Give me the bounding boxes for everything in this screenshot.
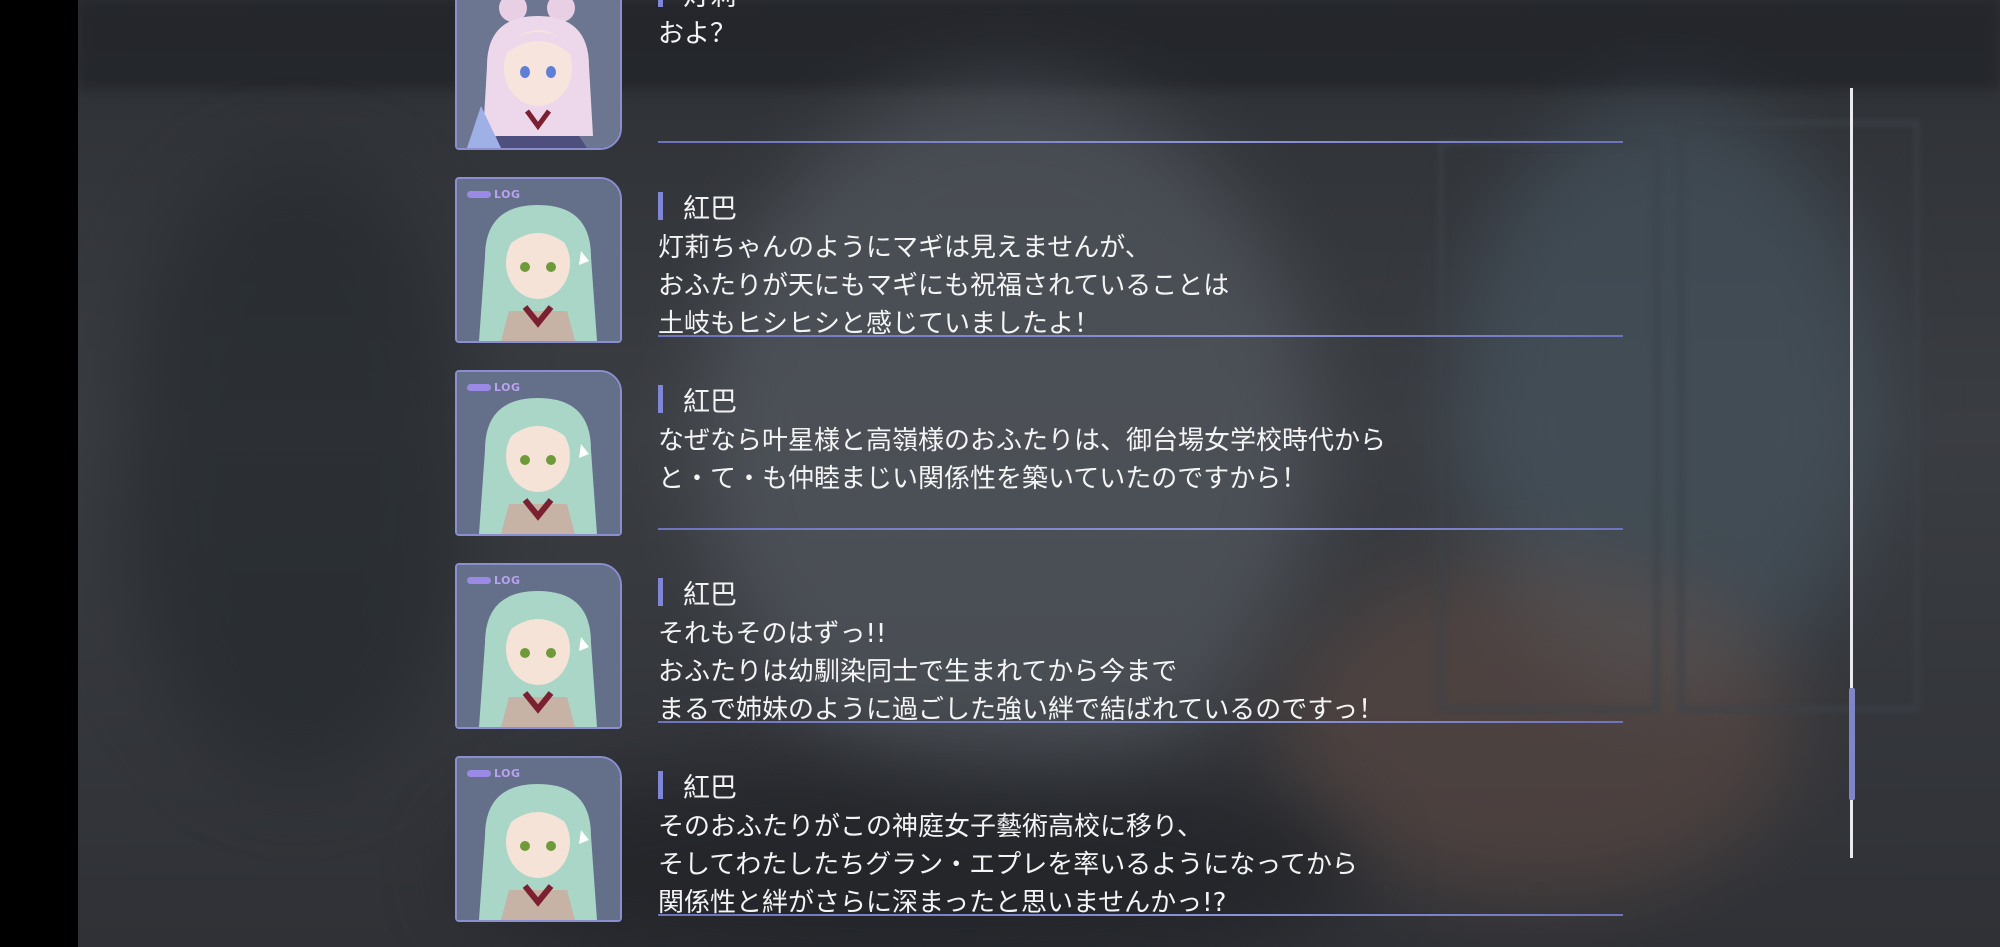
speaker-label: 灯莉 [658, 0, 737, 13]
speaker-name: 紅巴 [683, 772, 737, 804]
green-haired-girl-portrait [457, 372, 620, 534]
speaker-label: 紅巴 [658, 768, 737, 804]
dialogue-line: 灯莉ちゃんのようにマギは見えませんが、 [658, 233, 1151, 263]
green-haired-girl-portrait [457, 179, 620, 341]
speaker-accent-bar [658, 0, 663, 7]
speaker-accent-bar [658, 385, 663, 413]
character-portrait[interactable]: LOG [455, 370, 622, 536]
dialogue-line: 土岐もヒシヒシと感じていましたよ！ [658, 309, 1101, 339]
speaker-accent-bar [658, 192, 663, 220]
dialogue-line: そしてわたしたちグラン・エプレを率いるようになってから [658, 850, 1358, 880]
entry-divider [658, 528, 1623, 530]
speaker-accent-bar [658, 771, 663, 799]
dialogue-line: なぜなら叶星様と高嶺様のおふたりは、御台場女学校時代から [658, 426, 1387, 456]
dialogue-line: そのおふたりがこの神庭女子藝術高校に移り、 [658, 812, 1203, 842]
dialogue-line: まるで姉妹のように過ごした強い絆で結ばれているのですっ！ [658, 695, 1385, 725]
speaker-name: 紅巴 [683, 579, 737, 611]
dialogue-line: それもそのはずっ!! [658, 619, 887, 649]
dialogue-log-panel[interactable]: 灯莉 およ？ LOG 紅巴 [0, 0, 2000, 947]
speaker-label: 紅巴 [658, 189, 737, 225]
log-entry[interactable]: 灯莉 およ？ [455, 0, 1625, 150]
dialogue-text: それもそのはずっ!! おふたりは幼馴染同士で生まれてから今まで まるで姉妹のよう… [658, 615, 1608, 729]
dialogue-text: そのおふたりがこの神庭女子藝術高校に移り、 そしてわたしたちグラン・エプレを率い… [658, 808, 1608, 922]
log-badge: LOG [467, 573, 521, 587]
log-badge: LOG [467, 187, 521, 201]
dialogue-line: 関係性と絆がさらに深まったと思いませんかっ!? [658, 888, 1227, 918]
speaker-name: 紅巴 [683, 193, 737, 225]
dialogue-text: なぜなら叶星様と高嶺様のおふたりは、御台場女学校時代から と・て・も仲睦まじい関… [658, 422, 1608, 498]
log-entry[interactable]: LOG 紅巴 それもそのはずっ!! おふたりは幼馴染同士で生まれてから今まで ま… [455, 563, 1625, 729]
entry-divider [658, 721, 1623, 723]
dialogue-line: おふたりが天にもマギにも祝福されていることは [658, 271, 1230, 301]
dialogue-line: おふたりは幼馴染同士で生まれてから今まで [658, 657, 1178, 687]
character-portrait[interactable]: LOG [455, 177, 622, 343]
dialogue-text: およ？ [658, 15, 1608, 53]
speaker-name: 灯莉 [683, 0, 737, 13]
character-portrait[interactable]: LOG [455, 756, 622, 922]
character-portrait[interactable] [455, 0, 622, 150]
speaker-label: 紅巴 [658, 382, 737, 418]
speaker-accent-bar [658, 578, 663, 606]
character-portrait[interactable]: LOG [455, 563, 622, 729]
scrollbar-thumb[interactable] [1849, 688, 1855, 800]
pink-haired-girl-portrait [457, 0, 620, 148]
log-badge: LOG [467, 766, 521, 780]
log-entry[interactable]: LOG 紅巴 なぜなら叶星様と高嶺様のおふたりは、御台場女学校時代から と・て・… [455, 370, 1625, 536]
log-entry[interactable]: LOG 紅巴 そのおふたりがこの神庭女子藝術高校に移り、 そしてわたしたちグラン… [455, 756, 1625, 922]
entry-divider [658, 141, 1623, 143]
green-haired-girl-portrait [457, 758, 620, 920]
dialogue-text: 灯莉ちゃんのようにマギは見えませんが、 おふたりが天にもマギにも祝福されているこ… [658, 229, 1608, 343]
dialogue-line: と・て・も仲睦まじい関係性を築いていたのですから！ [658, 464, 1308, 494]
entry-divider [658, 914, 1623, 916]
log-entry[interactable]: LOG 紅巴 灯莉ちゃんのようにマギは見えませんが、 おふたりが天にもマギにも祝… [455, 177, 1625, 343]
speaker-label: 紅巴 [658, 575, 737, 611]
speaker-name: 紅巴 [683, 386, 737, 418]
log-badge: LOG [467, 380, 521, 394]
entry-divider [658, 335, 1623, 337]
green-haired-girl-portrait [457, 565, 620, 727]
dialogue-line: およ？ [658, 19, 737, 49]
